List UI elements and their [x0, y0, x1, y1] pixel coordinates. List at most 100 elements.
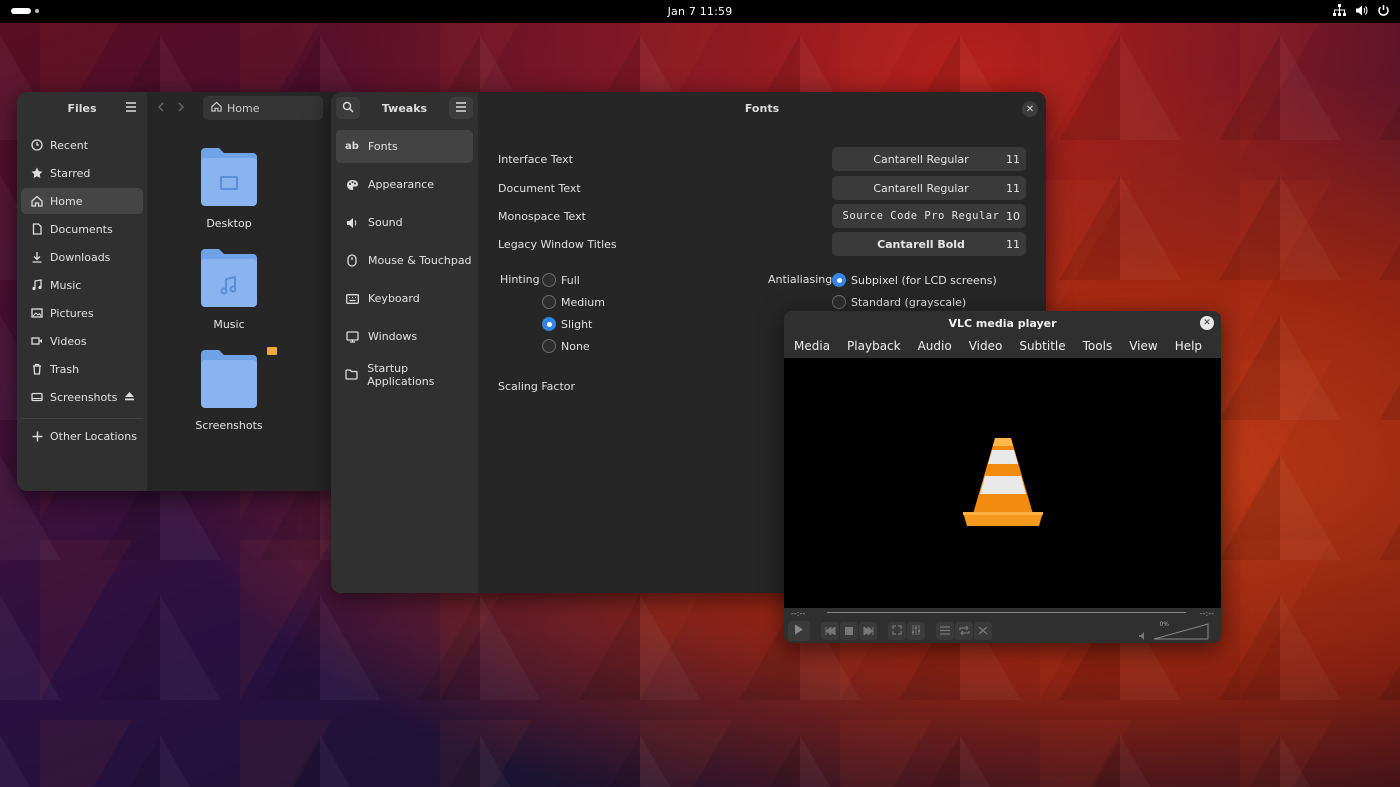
close-button[interactable]: ✕: [1200, 316, 1214, 330]
folder-music[interactable]: Music: [174, 247, 284, 331]
font-name: Cantarell Regular: [873, 181, 969, 195]
hinting-medium-radio[interactable]: Medium: [542, 291, 605, 313]
sidebar-item-label: Screenshots: [50, 390, 118, 404]
sidebar-item-downloads[interactable]: Downloads: [21, 244, 143, 270]
antialiasing-subpixel-radio[interactable]: Subpixel (for LCD screens): [832, 269, 997, 291]
sidebar-item-screenshots[interactable]: Screenshots: [21, 384, 143, 410]
home-icon: [211, 101, 222, 115]
menu-subtitle[interactable]: Subtitle: [1019, 339, 1065, 353]
menu-help[interactable]: Help: [1175, 339, 1202, 353]
sidebar-item-music[interactable]: Music: [21, 272, 143, 298]
menu-tools[interactable]: Tools: [1083, 339, 1113, 353]
tweaks-item-windows[interactable]: Windows: [336, 320, 473, 353]
seek-slider[interactable]: [827, 611, 1186, 615]
hinting-none-radio[interactable]: None: [542, 335, 605, 357]
font-size: 11: [1006, 237, 1020, 251]
folder-screenshots[interactable]: Screenshots: [174, 348, 284, 432]
transport-group: [821, 622, 877, 640]
sidebar-item-documents[interactable]: Documents: [21, 216, 143, 242]
vlc-cone-icon: [961, 436, 1045, 531]
loop-button[interactable]: [955, 622, 973, 640]
menu-playback[interactable]: Playback: [847, 339, 901, 353]
sidebar-item-home[interactable]: Home: [21, 188, 143, 214]
sidebar-item-other-locations[interactable]: Other Locations: [21, 423, 143, 449]
shuffle-icon: [978, 625, 989, 638]
font-chooser-button[interactable]: Cantarell Regular 11: [832, 176, 1026, 200]
hinting-full-radio[interactable]: Full: [542, 269, 605, 291]
play-button[interactable]: [788, 621, 810, 641]
font-chooser-button[interactable]: Cantarell Regular 11: [832, 147, 1026, 171]
tweaks-item-label: Fonts: [368, 140, 398, 153]
tweaks-panel-header: Fonts ✕: [478, 92, 1046, 124]
menu-media[interactable]: Media: [794, 339, 830, 353]
sidebar-divider: [21, 418, 143, 419]
tweaks-item-mouse-touchpad[interactable]: Mouse & Touchpad: [336, 244, 473, 277]
hinting-label: Hinting: [500, 273, 540, 286]
tweaks-item-sound[interactable]: Sound: [336, 206, 473, 239]
sidebar-item-recent[interactable]: Recent: [21, 132, 143, 158]
folder-desktop[interactable]: Desktop: [174, 146, 284, 230]
font-chooser-button[interactable]: Source Code Pro Regular 10: [832, 204, 1026, 228]
radio-label: Full: [561, 273, 580, 287]
menu-view[interactable]: View: [1129, 339, 1157, 353]
music-icon: [31, 279, 43, 291]
folder-label: Screenshots: [195, 419, 263, 432]
back-arrow-icon[interactable]: [157, 102, 165, 115]
hamburger-menu-icon: [455, 101, 467, 115]
radio-label: Subpixel (for LCD screens): [851, 273, 997, 287]
video-icon: [31, 335, 43, 347]
hamburger-menu-icon[interactable]: [125, 102, 137, 115]
hinting-slight-radio[interactable]: Slight: [542, 313, 605, 335]
skip-forward-icon: [863, 625, 874, 638]
play-icon: [794, 624, 804, 638]
star-icon: [31, 167, 43, 179]
forward-arrow-icon[interactable]: [177, 102, 185, 115]
activities-indicator[interactable]: [11, 8, 39, 14]
font-chooser-button[interactable]: Cantarell Bold 11: [832, 232, 1026, 256]
previous-button[interactable]: [821, 622, 839, 640]
font-row-monospace: Monospace Text Source Code Pro Regular 1…: [498, 204, 1026, 228]
files-title: Files: [67, 101, 97, 115]
loop-icon: [958, 625, 970, 638]
time-total: --:--: [1199, 608, 1214, 618]
tweaks-item-appearance[interactable]: Appearance: [336, 168, 473, 201]
files-sidebar-header: Files: [17, 92, 147, 124]
sidebar-item-starred[interactable]: Starred: [21, 160, 143, 186]
path-bar[interactable]: Home: [203, 96, 323, 120]
picture-icon: [31, 307, 43, 319]
tweaks-item-label: Sound: [368, 216, 403, 229]
shuffle-button[interactable]: [974, 622, 992, 640]
sidebar-item-label: Documents: [50, 222, 113, 236]
volume-control[interactable]: 0%: [1139, 621, 1209, 643]
clock[interactable]: Jan 7 11:59: [668, 5, 733, 18]
sidebar-item-label: Other Locations: [50, 429, 137, 443]
search-icon: [342, 101, 354, 116]
close-button[interactable]: ✕: [1022, 101, 1038, 117]
folder-icon: [199, 247, 259, 312]
extended-settings-button[interactable]: [907, 622, 925, 640]
antialiasing-label: Antialiasing: [768, 273, 833, 286]
antialiasing-standard-radio[interactable]: Standard (grayscale): [832, 291, 997, 313]
sidebar-item-pictures[interactable]: Pictures: [21, 300, 143, 326]
playlist-button[interactable]: [936, 622, 954, 640]
search-button[interactable]: [336, 97, 360, 119]
sidebar-item-trash[interactable]: Trash: [21, 356, 143, 382]
fullscreen-button[interactable]: [888, 622, 906, 640]
tweaks-item-keyboard[interactable]: Keyboard: [336, 282, 473, 315]
tweaks-item-label: Mouse & Touchpad: [368, 254, 472, 267]
sidebar-item-label: Recent: [50, 138, 89, 152]
tweaks-item-startup-applications[interactable]: Startup Applications: [336, 358, 473, 391]
files-window: Files Recent Starred Home Documents Down…: [17, 92, 347, 491]
sidebar-item-videos[interactable]: Videos: [21, 328, 143, 354]
stop-button[interactable]: [840, 622, 858, 640]
menu-button[interactable]: [449, 97, 473, 119]
next-button[interactable]: [859, 622, 877, 640]
system-tray[interactable]: [1333, 4, 1390, 17]
menu-video[interactable]: Video: [969, 339, 1003, 353]
font-size: 11: [1006, 152, 1020, 166]
vlc-titlebar[interactable]: VLC media player ✕: [784, 311, 1221, 335]
menu-audio[interactable]: Audio: [918, 339, 952, 353]
video-area[interactable]: [784, 358, 1221, 608]
tweaks-item-fonts[interactable]: ab Fonts: [336, 130, 473, 163]
eject-icon[interactable]: [124, 391, 135, 404]
